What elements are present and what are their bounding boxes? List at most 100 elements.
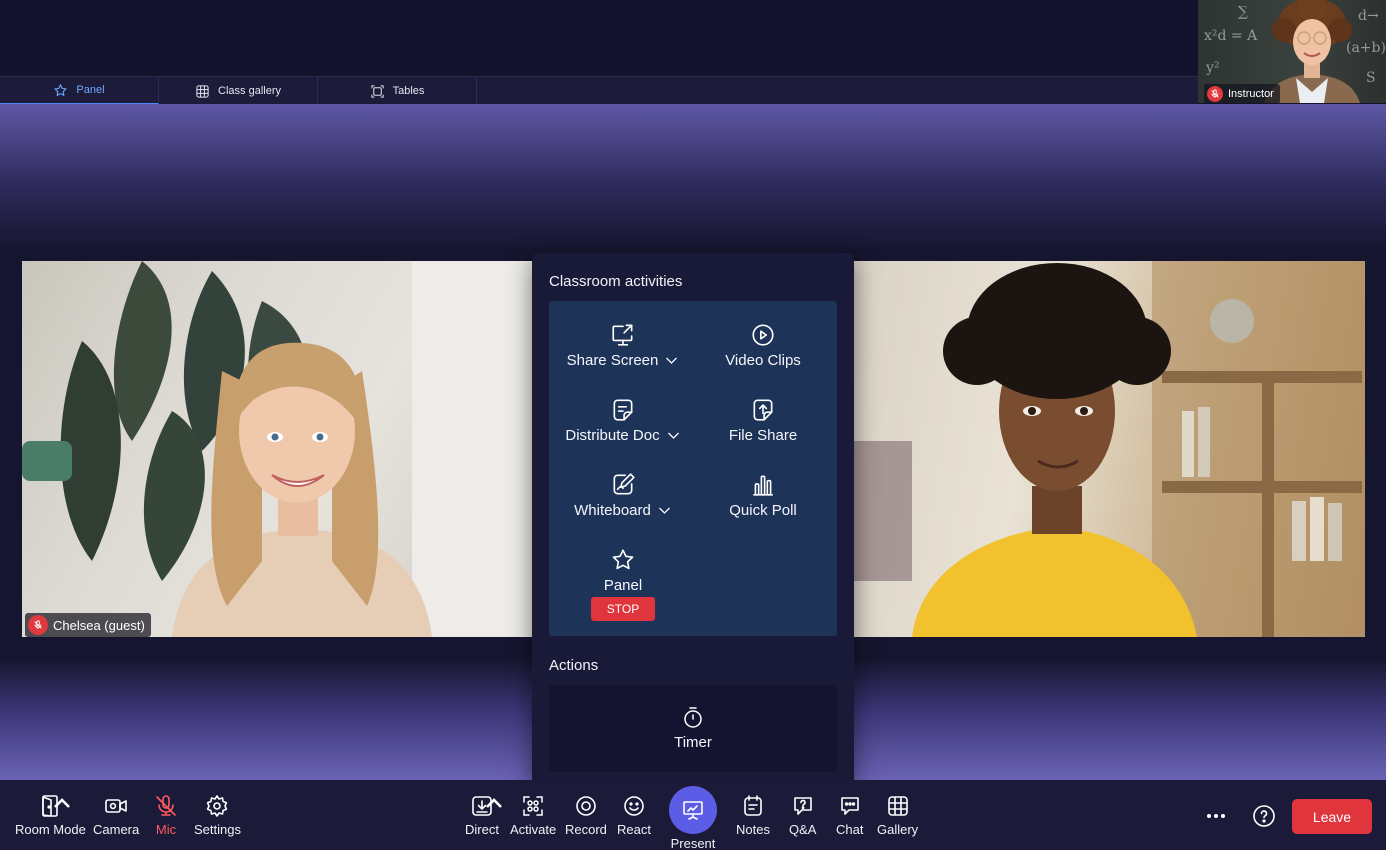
- stop-panel-button[interactable]: STOP: [591, 597, 655, 621]
- notes-label: Notes: [736, 822, 770, 837]
- record-icon: [576, 796, 596, 816]
- chevron-down-icon[interactable]: [664, 353, 679, 368]
- participant-video-student[interactable]: [852, 261, 1365, 637]
- activity-label: Video Clips: [725, 352, 801, 369]
- file-upload-icon: [753, 399, 773, 421]
- notes-button[interactable]: Notes: [736, 794, 770, 837]
- record-button[interactable]: Record: [565, 794, 607, 837]
- chalk-text: x²d = A: [1204, 28, 1258, 44]
- tab-label: Class gallery: [218, 85, 281, 97]
- smiley-icon: [624, 796, 644, 816]
- instructor-name-tag: Instructor: [1204, 84, 1280, 103]
- tab-panel[interactable]: Panel: [0, 77, 159, 105]
- notes-icon: [744, 795, 762, 816]
- participant-name-tag: Chelsea (guest): [25, 613, 151, 637]
- timer-label: Timer: [674, 734, 712, 751]
- qr-activate-icon: [523, 796, 543, 816]
- chevron-down-icon[interactable]: [666, 428, 681, 443]
- mic-off-icon: [1207, 86, 1223, 102]
- activate-label: Activate: [510, 822, 557, 837]
- tab-tables[interactable]: Tables: [318, 77, 477, 105]
- help-icon[interactable]: [1252, 804, 1276, 828]
- camera-button[interactable]: Camera: [93, 794, 139, 837]
- gallery-button[interactable]: Gallery: [877, 794, 918, 837]
- activity-panel[interactable]: Panel STOP: [551, 547, 695, 621]
- camera-icon: [105, 799, 127, 813]
- react-button[interactable]: React: [617, 794, 651, 837]
- participant-name: Chelsea (guest): [53, 617, 145, 633]
- activity-label: Distribute Doc: [565, 427, 660, 444]
- timer-icon: [684, 707, 702, 728]
- bar-chart-icon: [753, 475, 773, 496]
- timer-action[interactable]: Timer: [549, 685, 837, 772]
- chat-bubble-icon: [840, 797, 859, 815]
- tab-label: Panel: [76, 84, 105, 96]
- chevron-up-icon[interactable]: [50, 792, 74, 816]
- activity-quick-poll[interactable]: Quick Poll: [691, 472, 835, 519]
- view-tabs: Panel Class gallery Tables: [0, 76, 1198, 105]
- settings-button[interactable]: Settings: [194, 794, 241, 837]
- classroom-activities-popover: Classroom activities Share Screen Video …: [532, 253, 854, 786]
- qa-label: Q&A: [789, 822, 817, 837]
- gear-icon: [207, 795, 228, 817]
- mic-label: Mic: [155, 822, 177, 837]
- play-circle-icon: [752, 324, 774, 346]
- room-mode-label: Room Mode: [15, 822, 86, 837]
- camera-label: Camera: [93, 822, 140, 837]
- direct-button[interactable]: Direct: [465, 794, 502, 837]
- activity-distribute-doc[interactable]: Distribute Doc: [551, 397, 695, 444]
- activities-title: Classroom activities: [549, 273, 683, 290]
- activity-share-screen[interactable]: Share Screen: [551, 322, 695, 369]
- star-icon: [54, 83, 67, 96]
- activity-whiteboard[interactable]: Whiteboard: [551, 472, 695, 519]
- tab-label: Tables: [392, 85, 425, 97]
- mic-off-icon: [28, 615, 48, 635]
- settings-label: Settings: [194, 822, 241, 837]
- tab-class-gallery[interactable]: Class gallery: [159, 77, 318, 105]
- participant-photo-illustration: [852, 261, 1365, 637]
- present-button[interactable]: Present: [669, 786, 717, 850]
- direct-label: Direct: [465, 822, 499, 837]
- leave-button[interactable]: Leave: [1292, 799, 1372, 834]
- chat-button[interactable]: Chat: [836, 794, 863, 837]
- chalk-text: y²: [1206, 60, 1220, 76]
- room-mode-button[interactable]: Room Mode: [15, 794, 86, 837]
- qa-button[interactable]: Q&A: [789, 794, 816, 837]
- chevron-up-icon[interactable]: [482, 792, 506, 816]
- gallery-label: Gallery: [877, 822, 919, 837]
- chalk-text: S: [1366, 70, 1376, 86]
- tables-icon: [370, 84, 384, 98]
- whiteboard-pen-icon: [613, 473, 635, 495]
- activity-file-share[interactable]: File Share: [691, 397, 835, 444]
- chalk-text: ∑: [1238, 4, 1248, 20]
- grid-icon: [196, 84, 209, 98]
- mic-button[interactable]: Mic: [154, 794, 178, 837]
- chevron-down-icon[interactable]: [657, 503, 672, 518]
- activity-label: Share Screen: [566, 352, 659, 369]
- record-label: Record: [565, 822, 607, 837]
- react-label: React: [617, 822, 651, 837]
- presentation-icon: [683, 801, 703, 820]
- present-label: Present: [670, 836, 716, 850]
- activity-label: Panel: [603, 577, 643, 594]
- activate-button[interactable]: Activate: [510, 794, 556, 837]
- top-bar: [0, 0, 1386, 76]
- activity-video-clips[interactable]: Video Clips: [691, 322, 835, 369]
- activity-label: Whiteboard: [574, 502, 651, 519]
- activities-grid: Share Screen Video Clips Distribute Doc …: [549, 301, 837, 636]
- participant-photo-illustration: [22, 261, 534, 637]
- document-icon: [613, 399, 633, 421]
- instructor-video[interactable]: x²d = A y² ∑ (a+b) d→ S Instructor: [1198, 0, 1386, 103]
- grid-icon: [887, 796, 908, 816]
- participant-video-chelsea[interactable]: Chelsea (guest): [22, 261, 534, 637]
- chat-label: Chat: [836, 822, 864, 837]
- share-screen-icon: [612, 324, 633, 346]
- instructor-name: Instructor: [1228, 88, 1274, 100]
- more-options-icon[interactable]: [1204, 804, 1228, 828]
- activity-label: Quick Poll: [729, 502, 797, 519]
- question-bubble-icon: [793, 797, 812, 815]
- star-icon: [612, 549, 634, 570]
- actions-title: Actions: [549, 657, 599, 674]
- bottom-toolbar: Room Mode Camera Mic Settings Direct Act…: [0, 780, 1386, 850]
- mic-off-icon: [156, 795, 176, 816]
